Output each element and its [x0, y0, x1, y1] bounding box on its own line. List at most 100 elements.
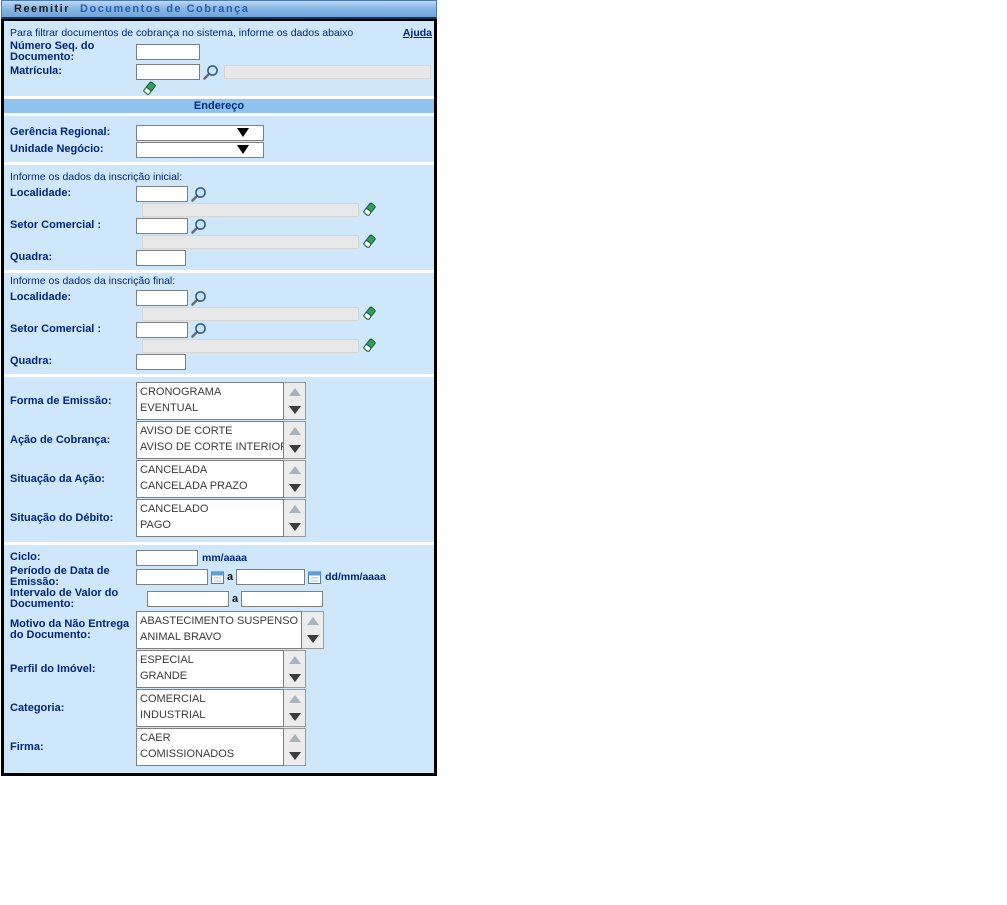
search-icon[interactable] [203, 64, 220, 80]
perfil-imovel-list[interactable]: ESPECIAL GRANDE [136, 650, 306, 688]
categoria-list[interactable]: COMERCIAL INDUSTRIAL [136, 689, 306, 727]
periodo-emissao-label: Período de Data de Emissão: [10, 566, 136, 588]
scroll-down-icon[interactable] [289, 674, 301, 682]
intervalo-valor-row: Intervalo de Valor do Documento: a [4, 588, 434, 610]
situacao-acao-list[interactable]: CANCELADA CANCELADA PRAZO [136, 460, 306, 498]
unidade-negocio-row: Unidade Negócio: [4, 141, 434, 158]
list-scrollbar[interactable] [284, 650, 306, 688]
eraser-icon[interactable] [362, 306, 376, 321]
list-option[interactable]: ABASTECIMENTO SUSPENSO [140, 613, 298, 629]
scroll-down-icon[interactable] [307, 635, 319, 643]
eraser-icon[interactable] [362, 338, 376, 353]
eraser-icon[interactable] [142, 81, 156, 96]
gerencia-regional-label: Gerência Regional: [10, 127, 136, 138]
gerencia-regional-select[interactable] [136, 125, 264, 141]
valor-fim-input[interactable] [241, 591, 323, 607]
range-separator: a [232, 593, 238, 605]
matricula-clear-row [136, 80, 434, 96]
localidade-inicial-description-field [142, 203, 359, 217]
quadra-final-input[interactable] [136, 354, 186, 370]
list-option[interactable]: COMERCIAL [140, 691, 280, 707]
periodo-emissao-row: Período de Data de Emissão: a [4, 566, 434, 588]
localidade-inicial-input[interactable] [136, 186, 188, 202]
list-option[interactable]: ANIMAL BRAVO [140, 629, 298, 645]
quadra-inicial-row: Quadra: [4, 249, 434, 266]
list-option[interactable]: CAER [140, 730, 280, 746]
scroll-up-icon[interactable] [289, 695, 301, 703]
search-icon[interactable] [191, 186, 208, 202]
calendar-icon[interactable] [211, 571, 224, 584]
perfil-imovel-row: Perfil do Imóvel: ESPECIAL GRANDE [4, 650, 434, 688]
scroll-down-icon[interactable] [289, 752, 301, 760]
scroll-down-icon[interactable] [289, 445, 301, 453]
setor-inicial-description-field [142, 235, 359, 249]
list-scrollbar[interactable] [284, 421, 306, 459]
search-icon[interactable] [191, 218, 208, 234]
periodo-inicio-input[interactable] [136, 569, 208, 585]
list-option[interactable]: CANCELADA [140, 462, 280, 478]
list-scrollbar[interactable] [284, 689, 306, 727]
scroll-down-icon[interactable] [289, 484, 301, 492]
list-scrollbar[interactable] [284, 728, 306, 766]
list-option[interactable]: CANCELADO [140, 501, 280, 517]
list-option[interactable]: COMISSIONADOS [140, 746, 280, 762]
list-option[interactable]: GRANDE [140, 668, 280, 684]
forma-emissao-list[interactable]: CRONOGRAMA EVENTUAL [136, 382, 306, 420]
list-scrollbar[interactable] [302, 611, 324, 649]
eraser-icon[interactable] [362, 234, 376, 249]
search-icon[interactable] [191, 290, 208, 306]
list-option[interactable]: CANCELADA PRAZO [140, 478, 280, 494]
list-option[interactable]: ESPECIAL [140, 652, 280, 668]
endereco-section-title: Endereço [194, 100, 244, 112]
calendar-icon[interactable] [308, 571, 321, 584]
setor-final-desc-row [136, 338, 434, 353]
scroll-up-icon[interactable] [289, 656, 301, 664]
motivo-nao-entrega-row: Motivo da Não Entrega do Documento: ABAS… [4, 611, 434, 649]
localidade-final-desc-row [136, 306, 434, 321]
scroll-down-icon[interactable] [289, 406, 301, 414]
help-link[interactable]: Ajuda [403, 27, 432, 39]
scroll-down-icon[interactable] [289, 523, 301, 531]
gerencia-regional-row: Gerência Regional: [4, 124, 434, 141]
acao-cobranca-row: Ação de Cobrança: AVISO DE CORTE AVISO D… [4, 421, 434, 459]
numero-seq-row: Número Seq. do Documento: [4, 41, 434, 63]
ciclo-input[interactable] [136, 550, 198, 566]
firma-list[interactable]: CAER COMISSIONADOS [136, 728, 306, 766]
motivo-nao-entrega-list[interactable]: ABASTECIMENTO SUSPENSO ANIMAL BRAVO [136, 611, 324, 649]
eraser-icon[interactable] [362, 202, 376, 217]
scroll-down-icon[interactable] [289, 713, 301, 721]
list-option[interactable]: AVISO DE CORTE INTERIOR [140, 439, 280, 455]
page-title-action: Reemitir [14, 3, 70, 15]
list-option[interactable]: AVISO DE CORTE [140, 423, 280, 439]
list-scrollbar[interactable] [284, 382, 306, 420]
range-separator: a [227, 571, 233, 583]
list-option[interactable]: INDUSTRIAL [140, 707, 280, 723]
scroll-up-icon[interactable] [289, 466, 301, 474]
quadra-inicial-input[interactable] [136, 250, 186, 266]
setor-inicial-input[interactable] [136, 218, 188, 234]
scroll-up-icon[interactable] [289, 427, 301, 435]
setor-final-input[interactable] [136, 322, 188, 338]
list-option[interactable]: CRONOGRAMA [140, 384, 280, 400]
categoria-row: Categoria: COMERCIAL INDUSTRIAL [4, 689, 434, 727]
scroll-up-icon[interactable] [289, 388, 301, 396]
numero-seq-input[interactable] [136, 44, 200, 60]
list-scrollbar[interactable] [284, 499, 306, 537]
list-scrollbar[interactable] [284, 460, 306, 498]
matricula-label: Matrícula: [10, 66, 136, 77]
localidade-final-input[interactable] [136, 290, 188, 306]
list-option[interactable]: PAGO [140, 517, 280, 533]
unidade-negocio-select[interactable] [136, 142, 264, 158]
unidade-negocio-label: Unidade Negócio: [10, 144, 136, 155]
scroll-up-icon[interactable] [289, 734, 301, 742]
search-icon[interactable] [191, 322, 208, 338]
periodo-fim-input[interactable] [236, 569, 305, 585]
situacao-debito-list[interactable]: CANCELADO PAGO [136, 499, 306, 537]
valor-inicio-input[interactable] [147, 591, 229, 607]
scroll-up-icon[interactable] [289, 505, 301, 513]
perfil-imovel-label: Perfil do Imóvel: [10, 664, 136, 675]
matricula-input[interactable] [136, 64, 200, 80]
list-option[interactable]: EVENTUAL [140, 400, 280, 416]
scroll-up-icon[interactable] [307, 617, 319, 625]
acao-cobranca-list[interactable]: AVISO DE CORTE AVISO DE CORTE INTERIOR [136, 421, 306, 459]
